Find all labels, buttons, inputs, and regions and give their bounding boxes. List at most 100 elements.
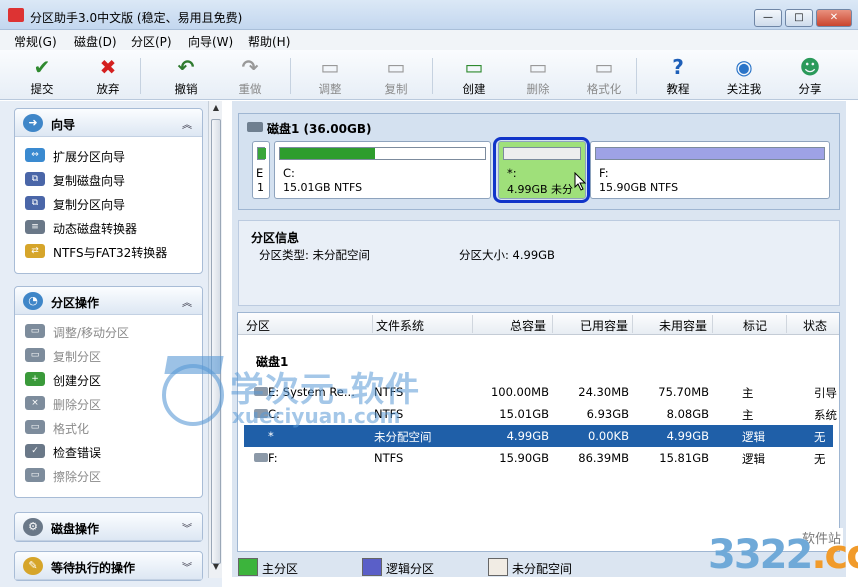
delete-button[interactable]: ▭ 删除 [510,52,566,98]
menu-help[interactable]: 帮助(H) [248,33,290,50]
disk-icon [247,122,263,132]
scroll-thumb[interactable] [211,119,221,564]
create-icon: + [25,372,45,386]
disk-ops-header[interactable]: ⚙ 磁盘操作 ︾ [15,513,202,541]
share-button[interactable]: ☻ 分享 [782,52,838,98]
maximize-button[interactable]: □ [785,9,813,27]
op-resize-move[interactable]: ▭ 调整/移动分区 [15,319,202,343]
legend-primary-label: 主分区 [262,562,299,576]
wizard-item-dynamic-disk[interactable]: ≡ 动态磁盘转换器 [15,215,202,239]
submit-button[interactable]: ✔ 提交 [14,52,70,98]
selection-highlight [493,137,590,203]
col-used[interactable]: 已用容量 [580,317,628,334]
undo-button[interactable]: ↶ 撤销 [158,52,214,98]
op-label: 删除分区 [53,398,102,412]
op-label: 擦除分区 [53,470,102,484]
cell-name: * [268,429,274,443]
usage-bar [595,147,825,160]
col-free[interactable]: 未用容量 [659,317,707,334]
op-check[interactable]: ✓ 检查错误 [15,439,202,463]
legend-logical-label: 逻辑分区 [386,562,435,576]
toolbar-separator [290,58,291,94]
scroll-down-icon[interactable]: ▼ [210,562,222,576]
partition-block-e[interactable]: E 1 [252,141,270,199]
menu-partition[interactable]: 分区(P) [131,33,172,50]
copy-partition-icon: ⧉ [25,196,45,210]
redo-button[interactable]: ↷ 重做 [222,52,278,98]
col-partition[interactable]: 分区 [246,317,270,334]
partition-name: E [256,166,264,180]
copy-disk-icon: ⧉ [25,172,45,186]
tutorial-button[interactable]: ? 教程 [650,52,706,98]
format-icon: ▭ [594,55,614,79]
table-header: 分区 文件系统 总容量 已用容量 未用容量 标记 状态 [238,313,839,335]
collapse-icon[interactable]: ︽ [182,116,192,131]
col-filesystem[interactable]: 文件系统 [376,317,424,334]
partition-ops-header[interactable]: ◔ 分区操作 ︽ [15,287,202,315]
col-total[interactable]: 总容量 [510,317,546,334]
op-label: 调整/移动分区 [53,326,130,340]
op-wipe[interactable]: ▭ 擦除分区 [15,463,202,487]
window-title: 分区助手3.0中文版 (稳定、易用且免费) [30,11,243,25]
wizard-item-copy-disk[interactable]: ⧉ 复制磁盘向导 [15,167,202,191]
submit-label: 提交 [30,82,54,96]
table-row[interactable]: F: NTFS 15.90GB 86.39MB 15.81GB 逻辑 无 [244,447,833,469]
minimize-button[interactable]: — [754,9,782,27]
close-button[interactable]: ✕ [816,9,852,27]
tutorial-label: 教程 [666,82,690,96]
delete-icon: × [25,396,45,410]
op-label: 格式化 [53,422,90,436]
wizard-item-copy-partition[interactable]: ⧉ 复制分区向导 [15,191,202,215]
create-button[interactable]: ▭ 创建 [446,52,502,98]
wizard-item-label: 扩展分区向导 [53,150,126,164]
copy-label: 复制 [384,82,408,96]
app-icon [8,8,24,22]
discard-button[interactable]: ✖ 放弃 [80,52,136,98]
resize-icon: ▭ [320,55,340,79]
menu-wizard[interactable]: 向导(W) [188,33,233,50]
discard-label: 放弃 [96,82,120,96]
brand-dot: .cc [811,532,858,578]
wizard-item-label: 动态磁盘转换器 [53,222,138,236]
partition-info-title: 分区信息 [251,231,300,245]
copy-button[interactable]: ▭ 复制 [368,52,424,98]
cell-used: 6.93GB [586,407,629,421]
partition-name: C: [283,166,295,180]
scroll-up-icon[interactable]: ▲ [210,103,222,117]
partition-block-c[interactable]: C: 15.01GB NTFS [274,141,491,199]
pending-ops-header[interactable]: ✎ 等待执行的操作 ︾ [15,552,202,580]
format-button[interactable]: ▭ 格式化 [576,52,632,98]
menu-disk[interactable]: 磁盘(D) [74,33,117,50]
legend-unallocated-swatch [488,558,508,576]
partition-block-f[interactable]: F: 15.90GB NTFS [590,141,830,199]
left-scrollbar[interactable]: ▲ ▼ [208,101,222,578]
cell-total: 100.00MB [490,385,549,399]
undo-label: 撤销 [174,82,198,96]
partition-info: 分区信息 分区类型: 未分配空间 分区大小: 4.99GB [238,220,840,306]
cell-flag: 主 [742,408,754,422]
pending-icon: ✎ [23,557,43,575]
expand-icon[interactable]: ︾ [182,520,192,535]
cell-free: 15.81GB [659,451,709,465]
expand-icon[interactable]: ︾ [182,559,192,574]
col-flag[interactable]: 标记 [743,317,767,334]
cell-state: 无 [814,452,826,466]
wizard-item-extend[interactable]: ⇔ 扩展分区向导 [15,143,202,167]
cell-flag: 逻辑 [742,430,765,444]
table-row[interactable]: * 未分配空间 4.99GB 0.00KB 4.99GB 逻辑 无 [244,425,833,447]
collapse-icon[interactable]: ︽ [182,294,192,309]
usage-fill [258,148,266,159]
partition-size: 分区大小: 4.99GB [459,248,555,262]
legend-unallocated-label: 未分配空间 [512,562,573,576]
legend-primary-swatch [238,558,258,576]
follow-button[interactable]: ◉ 关注我 [716,52,772,98]
check-icon: ✓ [25,444,45,458]
gear-icon: ⚙ [23,518,43,536]
wizard-panel-header[interactable]: ➜ 向导 ︽ [15,109,202,137]
menu-general[interactable]: 常规(G) [14,33,57,50]
wizard-item-ntfs-fat32[interactable]: ⇄ NTFS与FAT32转换器 [15,239,202,263]
col-state[interactable]: 状态 [803,317,827,334]
cell-name: F: [268,451,278,465]
cell-flag: 主 [742,386,754,400]
resize-button[interactable]: ▭ 调整 [302,52,358,98]
